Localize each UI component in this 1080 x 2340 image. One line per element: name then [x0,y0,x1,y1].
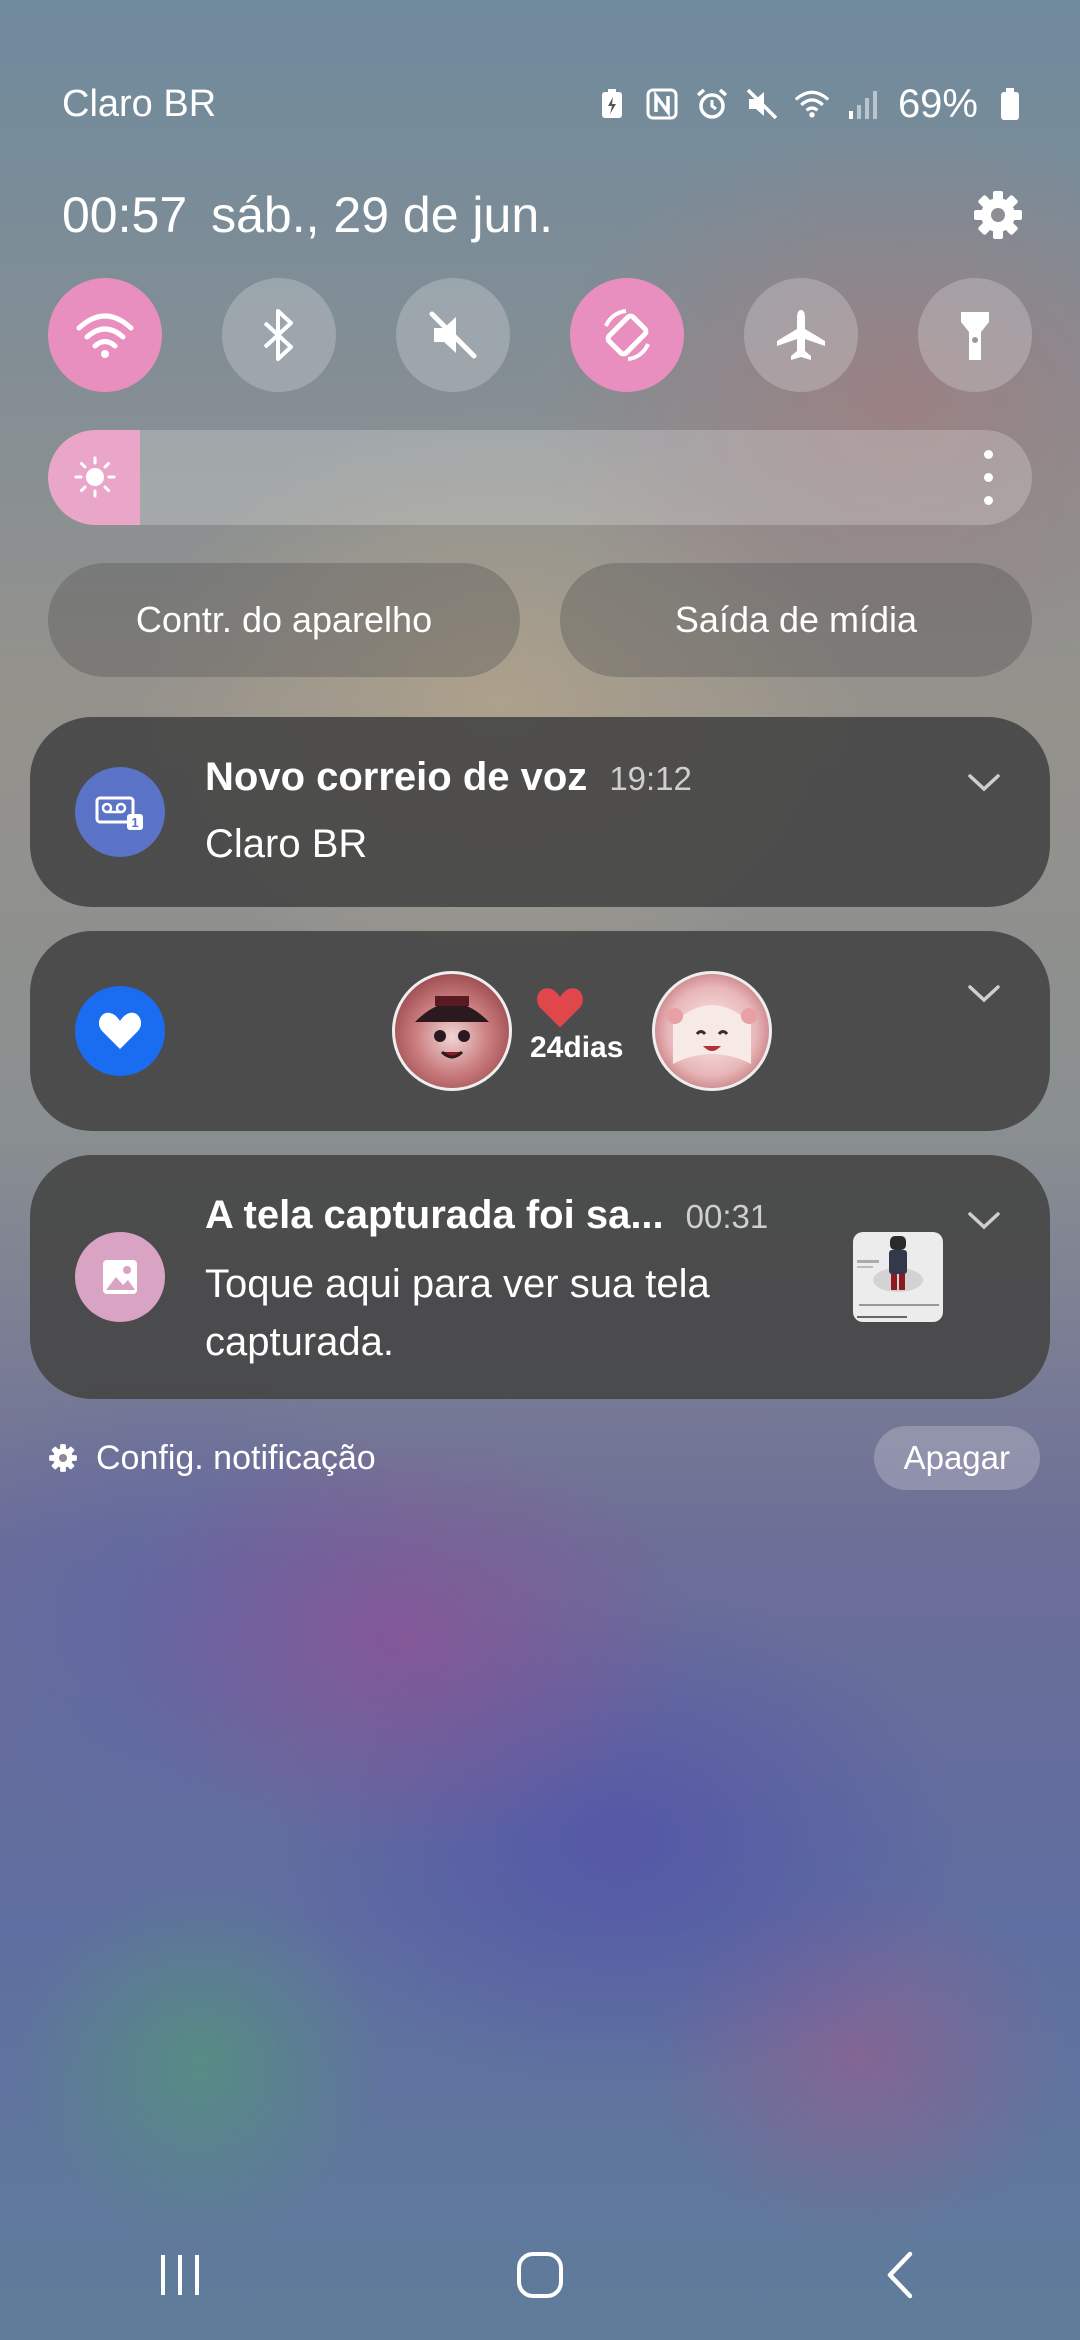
avatar [652,971,772,1091]
days-counter: 24dias [530,1031,624,1064]
notification-title: Novo correio de voz [205,755,588,799]
more-options-icon[interactable] [978,450,998,505]
mute-icon [744,86,780,122]
clock: 00:57 [62,187,188,243]
voicemail-icon: 1 [75,767,165,857]
recents-icon [161,2255,199,2295]
back-button[interactable] [840,2235,960,2315]
navigation-bar [0,2210,1080,2340]
notification-settings-link[interactable]: Config. notificação [48,1439,376,1478]
date: sáb., 29 de jun. [211,187,554,243]
alarm-icon [694,86,730,122]
wifi-tile[interactable] [48,278,162,392]
notification-title: A tela capturada foi sa... [205,1193,664,1237]
date-row: 00:57 sáb., 29 de jun. [62,180,1028,250]
bluetooth-icon [263,309,293,361]
wifi-icon [794,86,830,122]
media-output-button[interactable]: Saída de mídia [560,563,1032,677]
notification-header: A tela capturada foi sa... 00:31 [205,1193,768,1238]
gallery-icon [75,1232,165,1322]
bluetooth-tile[interactable] [222,278,336,392]
carrier-name: Claro BR [62,82,217,125]
screenshot-thumbnail[interactable] [853,1232,943,1322]
recents-button[interactable] [120,2235,240,2315]
gear-icon [49,1444,77,1472]
flashlight-tile[interactable] [918,278,1032,392]
status-bar: Claro BR 69% [62,78,1028,130]
settings-gear-icon[interactable] [968,185,1028,245]
signal-icon [844,86,880,122]
chevron-down-icon[interactable] [966,983,1002,1005]
airplane-tile[interactable] [744,278,858,392]
avatar [392,971,512,1091]
chevron-down-icon[interactable] [966,772,1002,794]
flashlight-icon [961,312,989,360]
notification-header: Novo correio de voz 19:12 [205,755,692,800]
notification-footer: Config. notificação Apagar [48,1426,1040,1490]
sound-tile[interactable] [396,278,510,392]
notification-text: Toque aqui para ver sua tela capturada. [205,1262,710,1364]
control-buttons: Contr. do aparelho Saída de mídia [48,563,1032,677]
notification-screenshot[interactable]: A tela capturada foi sa... 00:31 Toque a… [30,1155,1050,1399]
home-icon [517,2252,563,2298]
rotate-icon [604,309,650,361]
notification-time: 19:12 [609,760,692,797]
notification-text: Claro BR [205,822,368,866]
quick-settings-tiles [48,278,1032,392]
notification-voicemail[interactable]: 1 Novo correio de voz 19:12 Claro BR [30,717,1050,907]
battery-icon [992,86,1028,122]
notification-time: 00:31 [685,1198,769,1235]
clear-all-button[interactable]: Apagar [873,1426,1040,1490]
home-button[interactable] [480,2235,600,2315]
heart-app-icon [75,986,165,1076]
battery-saver-icon [594,86,630,122]
mute-icon [429,311,477,359]
battery-percentage: 69% [897,81,978,126]
back-icon [887,2251,913,2299]
chevron-down-icon[interactable] [966,1210,1002,1232]
auto-rotate-tile[interactable] [570,278,684,392]
wifi-icon [76,313,134,358]
notification-settings-label: Config. notificação [96,1438,376,1477]
heart-icon [535,986,595,1036]
status-icons: 69% [594,82,1028,127]
notification-couple-days[interactable]: 24dias [30,931,1050,1131]
nfc-icon [644,86,680,122]
airplane-icon [777,310,825,360]
device-control-button[interactable]: Contr. do aparelho [48,563,520,677]
sun-icon [70,452,120,502]
svg-text:1: 1 [131,815,138,830]
brightness-slider[interactable] [48,430,1032,525]
